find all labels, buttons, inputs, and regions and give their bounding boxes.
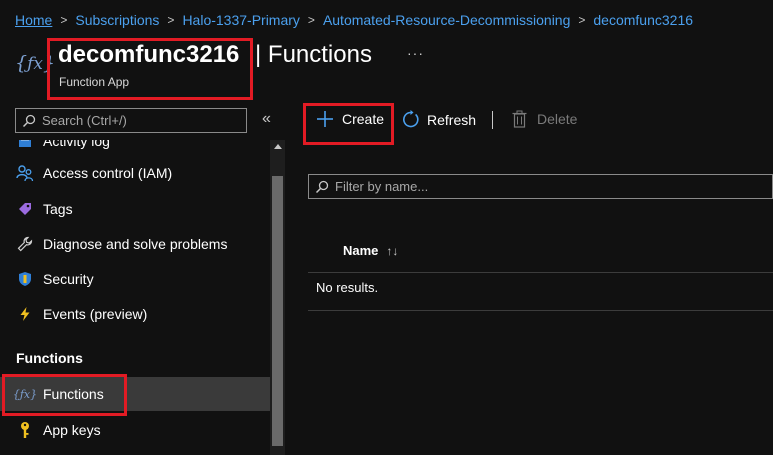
table-divider <box>308 272 773 273</box>
wrench-icon <box>16 235 34 253</box>
lightning-icon <box>16 305 34 323</box>
filter-box[interactable] <box>308 174 773 199</box>
empty-state-text: No results. <box>316 280 379 295</box>
sidebar-scrollbar[interactable] <box>270 140 285 455</box>
sidebar-item-diagnose[interactable]: Diagnose and solve problems <box>0 227 270 261</box>
search-icon <box>22 114 36 127</box>
filter-input[interactable] <box>335 179 755 194</box>
trash-icon <box>512 110 527 128</box>
breadcrumb-subscriptions[interactable]: Subscriptions <box>75 12 159 28</box>
chevron-right-icon: > <box>578 13 586 27</box>
refresh-icon <box>403 110 419 128</box>
delete-button[interactable]: Delete <box>512 110 577 128</box>
chevron-right-icon: > <box>167 13 175 27</box>
refresh-button[interactable]: Refresh <box>401 110 476 129</box>
chevron-right-icon: > <box>60 13 68 27</box>
sidebar-item-tags[interactable]: Tags <box>0 192 270 226</box>
plus-icon <box>317 111 333 127</box>
search-icon <box>315 180 329 193</box>
sort-icon[interactable]: ↑↓ <box>386 244 398 258</box>
tag-icon <box>16 200 34 218</box>
page-subtitle: Function App <box>59 75 130 89</box>
column-header-name[interactable]: Name ↑↓ <box>343 243 398 258</box>
sidebar-item-label: Diagnose and solve problems <box>43 236 228 252</box>
toolbar-divider <box>492 111 493 129</box>
breadcrumb-function-app[interactable]: decomfunc3216 <box>593 12 693 28</box>
sidebar-item-label: Events (preview) <box>43 306 148 322</box>
create-button-label: Create <box>342 111 385 127</box>
create-button[interactable]: Create <box>316 110 384 128</box>
sidebar-item-security[interactable]: Security <box>0 262 270 296</box>
breadcrumb: Home > Subscriptions > Halo-1337-Primary… <box>15 10 693 30</box>
breadcrumb-subscription[interactable]: Halo-1337-Primary <box>182 12 299 28</box>
scroll-up-arrow-icon[interactable] <box>274 144 282 149</box>
sidebar-item-app-keys[interactable]: App keys <box>0 413 270 447</box>
page-title: decomfunc3216 <box>58 41 240 68</box>
title-divider: | Functions <box>255 41 372 68</box>
activity-log-icon <box>16 140 34 150</box>
highlight-box-functions <box>2 374 127 416</box>
sidebar-section-heading: Functions <box>16 350 83 366</box>
sidebar-item-label: App keys <box>43 422 101 438</box>
chevron-right-icon: > <box>307 13 315 27</box>
sidebar-item-events[interactable]: Events (preview) <box>0 297 270 331</box>
scrollbar-thumb[interactable] <box>272 176 283 446</box>
iam-people-icon <box>16 164 34 182</box>
page-section-title: Functions <box>267 41 372 68</box>
breadcrumb-home[interactable]: Home <box>15 12 52 28</box>
sidebar-item-label: Activity log <box>43 140 110 149</box>
collapse-sidebar-button[interactable]: « <box>262 110 271 128</box>
delete-button-label: Delete <box>537 111 578 127</box>
sidebar-item-access-control[interactable]: Access control (IAM) <box>0 156 270 190</box>
sidebar-nav: Activity log Access control (IAM) Tags D… <box>0 140 270 455</box>
sidebar-item-label: Security <box>43 271 94 287</box>
breadcrumb-resource-group[interactable]: Automated-Resource-Decommissioning <box>323 12 570 28</box>
more-options-button[interactable]: ··· <box>407 45 424 61</box>
key-icon <box>16 421 34 439</box>
shield-icon <box>16 270 34 288</box>
sidebar-search-input[interactable] <box>42 113 232 128</box>
table-divider <box>308 310 773 311</box>
sidebar-item-label: Access control (IAM) <box>43 165 173 181</box>
refresh-button-label: Refresh <box>427 111 477 128</box>
sidebar-search[interactable] <box>15 108 247 133</box>
column-header-label: Name <box>343 243 379 258</box>
sidebar-item-label: Tags <box>43 201 73 217</box>
